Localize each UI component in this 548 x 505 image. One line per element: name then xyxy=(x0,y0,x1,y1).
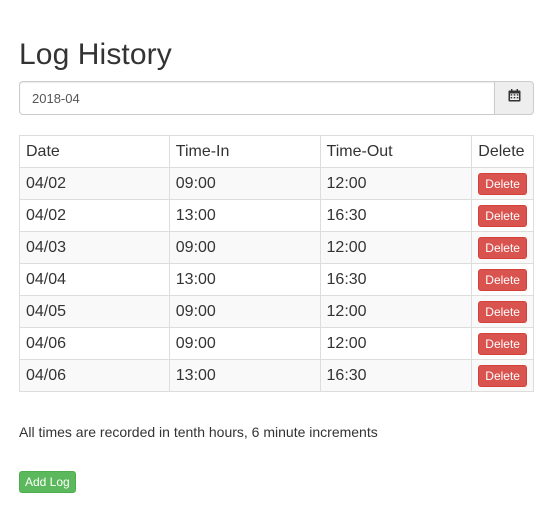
cell-time-in: 13:00 xyxy=(168,199,321,232)
delete-button[interactable]: Delete xyxy=(478,300,527,323)
table-row: 04/02 09:00 12:00 Delete xyxy=(19,167,534,200)
month-picker xyxy=(19,81,534,115)
header-time-out: Time-Out xyxy=(319,135,473,168)
page-title: Log History xyxy=(19,38,172,71)
table-header-row: Date Time-In Time-Out Delete xyxy=(19,135,534,168)
log-table: Date Time-In Time-Out Delete 04/02 09:00… xyxy=(19,135,534,392)
cell-time-in: 13:00 xyxy=(168,263,321,296)
delete-button[interactable]: Delete xyxy=(478,204,527,227)
month-input[interactable] xyxy=(19,81,494,115)
cell-time-out: 12:00 xyxy=(319,231,473,264)
cell-date: 04/02 xyxy=(19,167,170,200)
cell-date: 04/06 xyxy=(19,359,170,392)
cell-time-in: 09:00 xyxy=(168,231,321,264)
cell-date: 04/06 xyxy=(19,327,170,360)
table-row: 04/05 09:00 12:00 Delete xyxy=(19,295,534,328)
header-date: Date xyxy=(19,135,170,168)
cell-date: 04/05 xyxy=(19,295,170,328)
header-delete: Delete xyxy=(471,135,534,168)
table-row: 04/03 09:00 12:00 Delete xyxy=(19,231,534,264)
delete-button[interactable]: Delete xyxy=(478,332,527,355)
cell-delete: Delete xyxy=(471,199,534,232)
cell-delete: Delete xyxy=(471,231,534,264)
table-row: 04/02 13:00 16:30 Delete xyxy=(19,199,534,232)
cell-time-out: 12:00 xyxy=(319,295,473,328)
calendar-icon xyxy=(508,89,521,107)
cell-time-out: 12:00 xyxy=(319,167,473,200)
cell-delete: Delete xyxy=(471,295,534,328)
cell-date: 04/03 xyxy=(19,231,170,264)
cell-date: 04/04 xyxy=(19,263,170,296)
cell-time-in: 09:00 xyxy=(168,327,321,360)
delete-button[interactable]: Delete xyxy=(478,268,527,291)
cell-time-out: 16:30 xyxy=(319,359,473,392)
rounding-note: All times are recorded in tenth hours, 6… xyxy=(19,424,378,440)
cell-time-out: 12:00 xyxy=(319,327,473,360)
delete-button[interactable]: Delete xyxy=(478,172,527,195)
cell-delete: Delete xyxy=(471,327,534,360)
table-row: 04/04 13:00 16:30 Delete xyxy=(19,263,534,296)
cell-date: 04/02 xyxy=(19,199,170,232)
delete-button[interactable]: Delete xyxy=(478,364,527,387)
cell-time-out: 16:30 xyxy=(319,263,473,296)
cell-delete: Delete xyxy=(471,359,534,392)
cell-time-out: 16:30 xyxy=(319,199,473,232)
table-row: 04/06 13:00 16:30 Delete xyxy=(19,359,534,392)
table-row: 04/06 09:00 12:00 Delete xyxy=(19,327,534,360)
delete-button[interactable]: Delete xyxy=(478,236,527,259)
calendar-button[interactable] xyxy=(494,81,534,115)
header-time-in: Time-In xyxy=(168,135,321,168)
cell-delete: Delete xyxy=(471,167,534,200)
cell-delete: Delete xyxy=(471,263,534,296)
add-log-button[interactable]: Add Log xyxy=(19,471,76,493)
cell-time-in: 09:00 xyxy=(168,295,321,328)
cell-time-in: 09:00 xyxy=(168,167,321,200)
cell-time-in: 13:00 xyxy=(168,359,321,392)
